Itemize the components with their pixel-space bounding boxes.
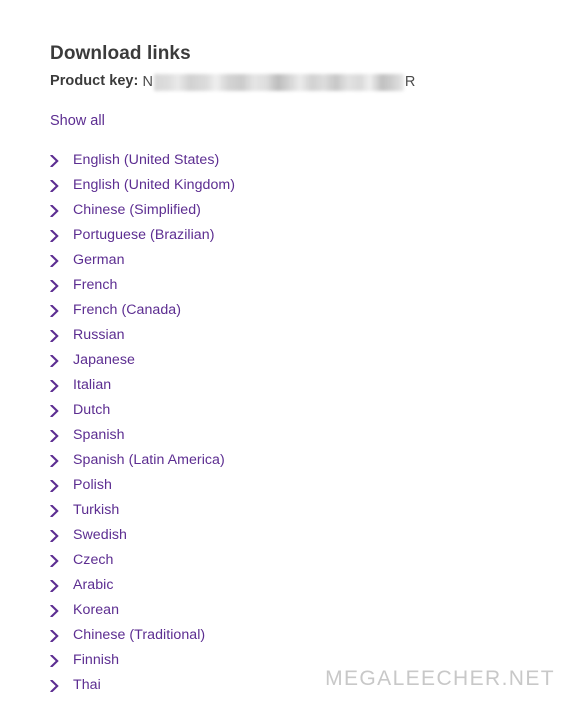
show-all-link[interactable]: Show all bbox=[50, 111, 105, 131]
chevron-right-icon bbox=[50, 679, 73, 692]
product-key-visible-suffix: R bbox=[404, 74, 416, 90]
chevron-right-icon bbox=[50, 354, 73, 367]
language-download-link[interactable]: Korean bbox=[73, 598, 119, 623]
language-download-link[interactable]: Finnish bbox=[73, 648, 119, 673]
language-download-link[interactable]: French bbox=[73, 273, 117, 298]
list-item[interactable]: Czech bbox=[50, 548, 550, 573]
language-download-link[interactable]: Chinese (Traditional) bbox=[73, 623, 205, 648]
language-download-link[interactable]: English (United Kingdom) bbox=[73, 173, 235, 198]
chevron-right-icon bbox=[50, 454, 73, 467]
list-item[interactable]: Polish bbox=[50, 473, 550, 498]
language-download-link[interactable]: Chinese (Simplified) bbox=[73, 198, 201, 223]
chevron-right-icon bbox=[50, 304, 73, 317]
list-item[interactable]: Spanish (Latin America) bbox=[50, 448, 550, 473]
language-download-link[interactable]: Dutch bbox=[73, 398, 110, 423]
product-key-visible-prefix: N bbox=[142, 74, 153, 90]
list-item[interactable]: Arabic bbox=[50, 573, 550, 598]
list-item[interactable]: Dutch bbox=[50, 398, 550, 423]
list-item[interactable]: Russian bbox=[50, 323, 550, 348]
list-item[interactable]: Turkish bbox=[50, 498, 550, 523]
language-download-link[interactable]: French (Canada) bbox=[73, 298, 181, 323]
chevron-right-icon bbox=[50, 329, 73, 342]
list-item[interactable]: German bbox=[50, 248, 550, 273]
chevron-right-icon bbox=[50, 654, 73, 667]
product-key-label: Product key: bbox=[50, 73, 139, 89]
product-key-row: Product key: NR bbox=[50, 70, 550, 92]
language-download-link[interactable]: Italian bbox=[73, 373, 111, 398]
chevron-right-icon bbox=[50, 604, 73, 617]
language-download-link[interactable]: Spanish (Latin America) bbox=[73, 448, 225, 473]
chevron-right-icon bbox=[50, 204, 73, 217]
chevron-right-icon bbox=[50, 479, 73, 492]
language-download-link[interactable]: Czech bbox=[73, 548, 113, 573]
chevron-right-icon bbox=[50, 429, 73, 442]
list-item[interactable]: English (United Kingdom) bbox=[50, 173, 550, 198]
language-download-link[interactable]: Polish bbox=[73, 473, 112, 498]
language-download-link[interactable]: Thai bbox=[73, 673, 101, 698]
list-item[interactable]: French (Canada) bbox=[50, 298, 550, 323]
page-title: Download links bbox=[50, 43, 191, 64]
language-download-list: English (United States) English (United K… bbox=[50, 148, 550, 698]
chevron-right-icon bbox=[50, 529, 73, 542]
list-item[interactable]: Chinese (Traditional) bbox=[50, 623, 550, 648]
list-item[interactable]: Japanese bbox=[50, 348, 550, 373]
language-download-link[interactable]: Turkish bbox=[73, 498, 119, 523]
download-links-panel: Download links Product key: NR Show all … bbox=[50, 42, 550, 698]
chevron-right-icon bbox=[50, 579, 73, 592]
chevron-right-icon bbox=[50, 279, 73, 292]
list-item[interactable]: Portuguese (Brazilian) bbox=[50, 223, 550, 248]
chevron-right-icon bbox=[50, 254, 73, 267]
chevron-right-icon bbox=[50, 504, 73, 517]
chevron-right-icon bbox=[50, 154, 73, 167]
chevron-right-icon bbox=[50, 179, 73, 192]
chevron-right-icon bbox=[50, 404, 73, 417]
list-item[interactable]: Swedish bbox=[50, 523, 550, 548]
language-download-link[interactable]: Portuguese (Brazilian) bbox=[73, 223, 214, 248]
language-download-link[interactable]: German bbox=[73, 248, 125, 273]
language-download-link[interactable]: Swedish bbox=[73, 523, 127, 548]
list-item[interactable]: English (United States) bbox=[50, 148, 550, 173]
language-download-link[interactable]: Japanese bbox=[73, 348, 135, 373]
site-watermark: MEGALEECHER.NET bbox=[325, 667, 555, 690]
list-item[interactable]: Italian bbox=[50, 373, 550, 398]
language-download-link[interactable]: Arabic bbox=[73, 573, 114, 598]
product-key-value: NR bbox=[142, 71, 415, 91]
chevron-right-icon bbox=[50, 229, 73, 242]
language-download-link[interactable]: English (United States) bbox=[73, 148, 219, 173]
chevron-right-icon bbox=[50, 629, 73, 642]
language-download-link[interactable]: Spanish bbox=[73, 423, 125, 448]
language-download-link[interactable]: Russian bbox=[73, 323, 125, 348]
list-item[interactable]: Korean bbox=[50, 598, 550, 623]
chevron-right-icon bbox=[50, 379, 73, 392]
list-item[interactable]: Spanish bbox=[50, 423, 550, 448]
list-item[interactable]: French bbox=[50, 273, 550, 298]
list-item[interactable]: Chinese (Simplified) bbox=[50, 198, 550, 223]
chevron-right-icon bbox=[50, 554, 73, 567]
product-key-redacted-blur bbox=[153, 73, 404, 91]
